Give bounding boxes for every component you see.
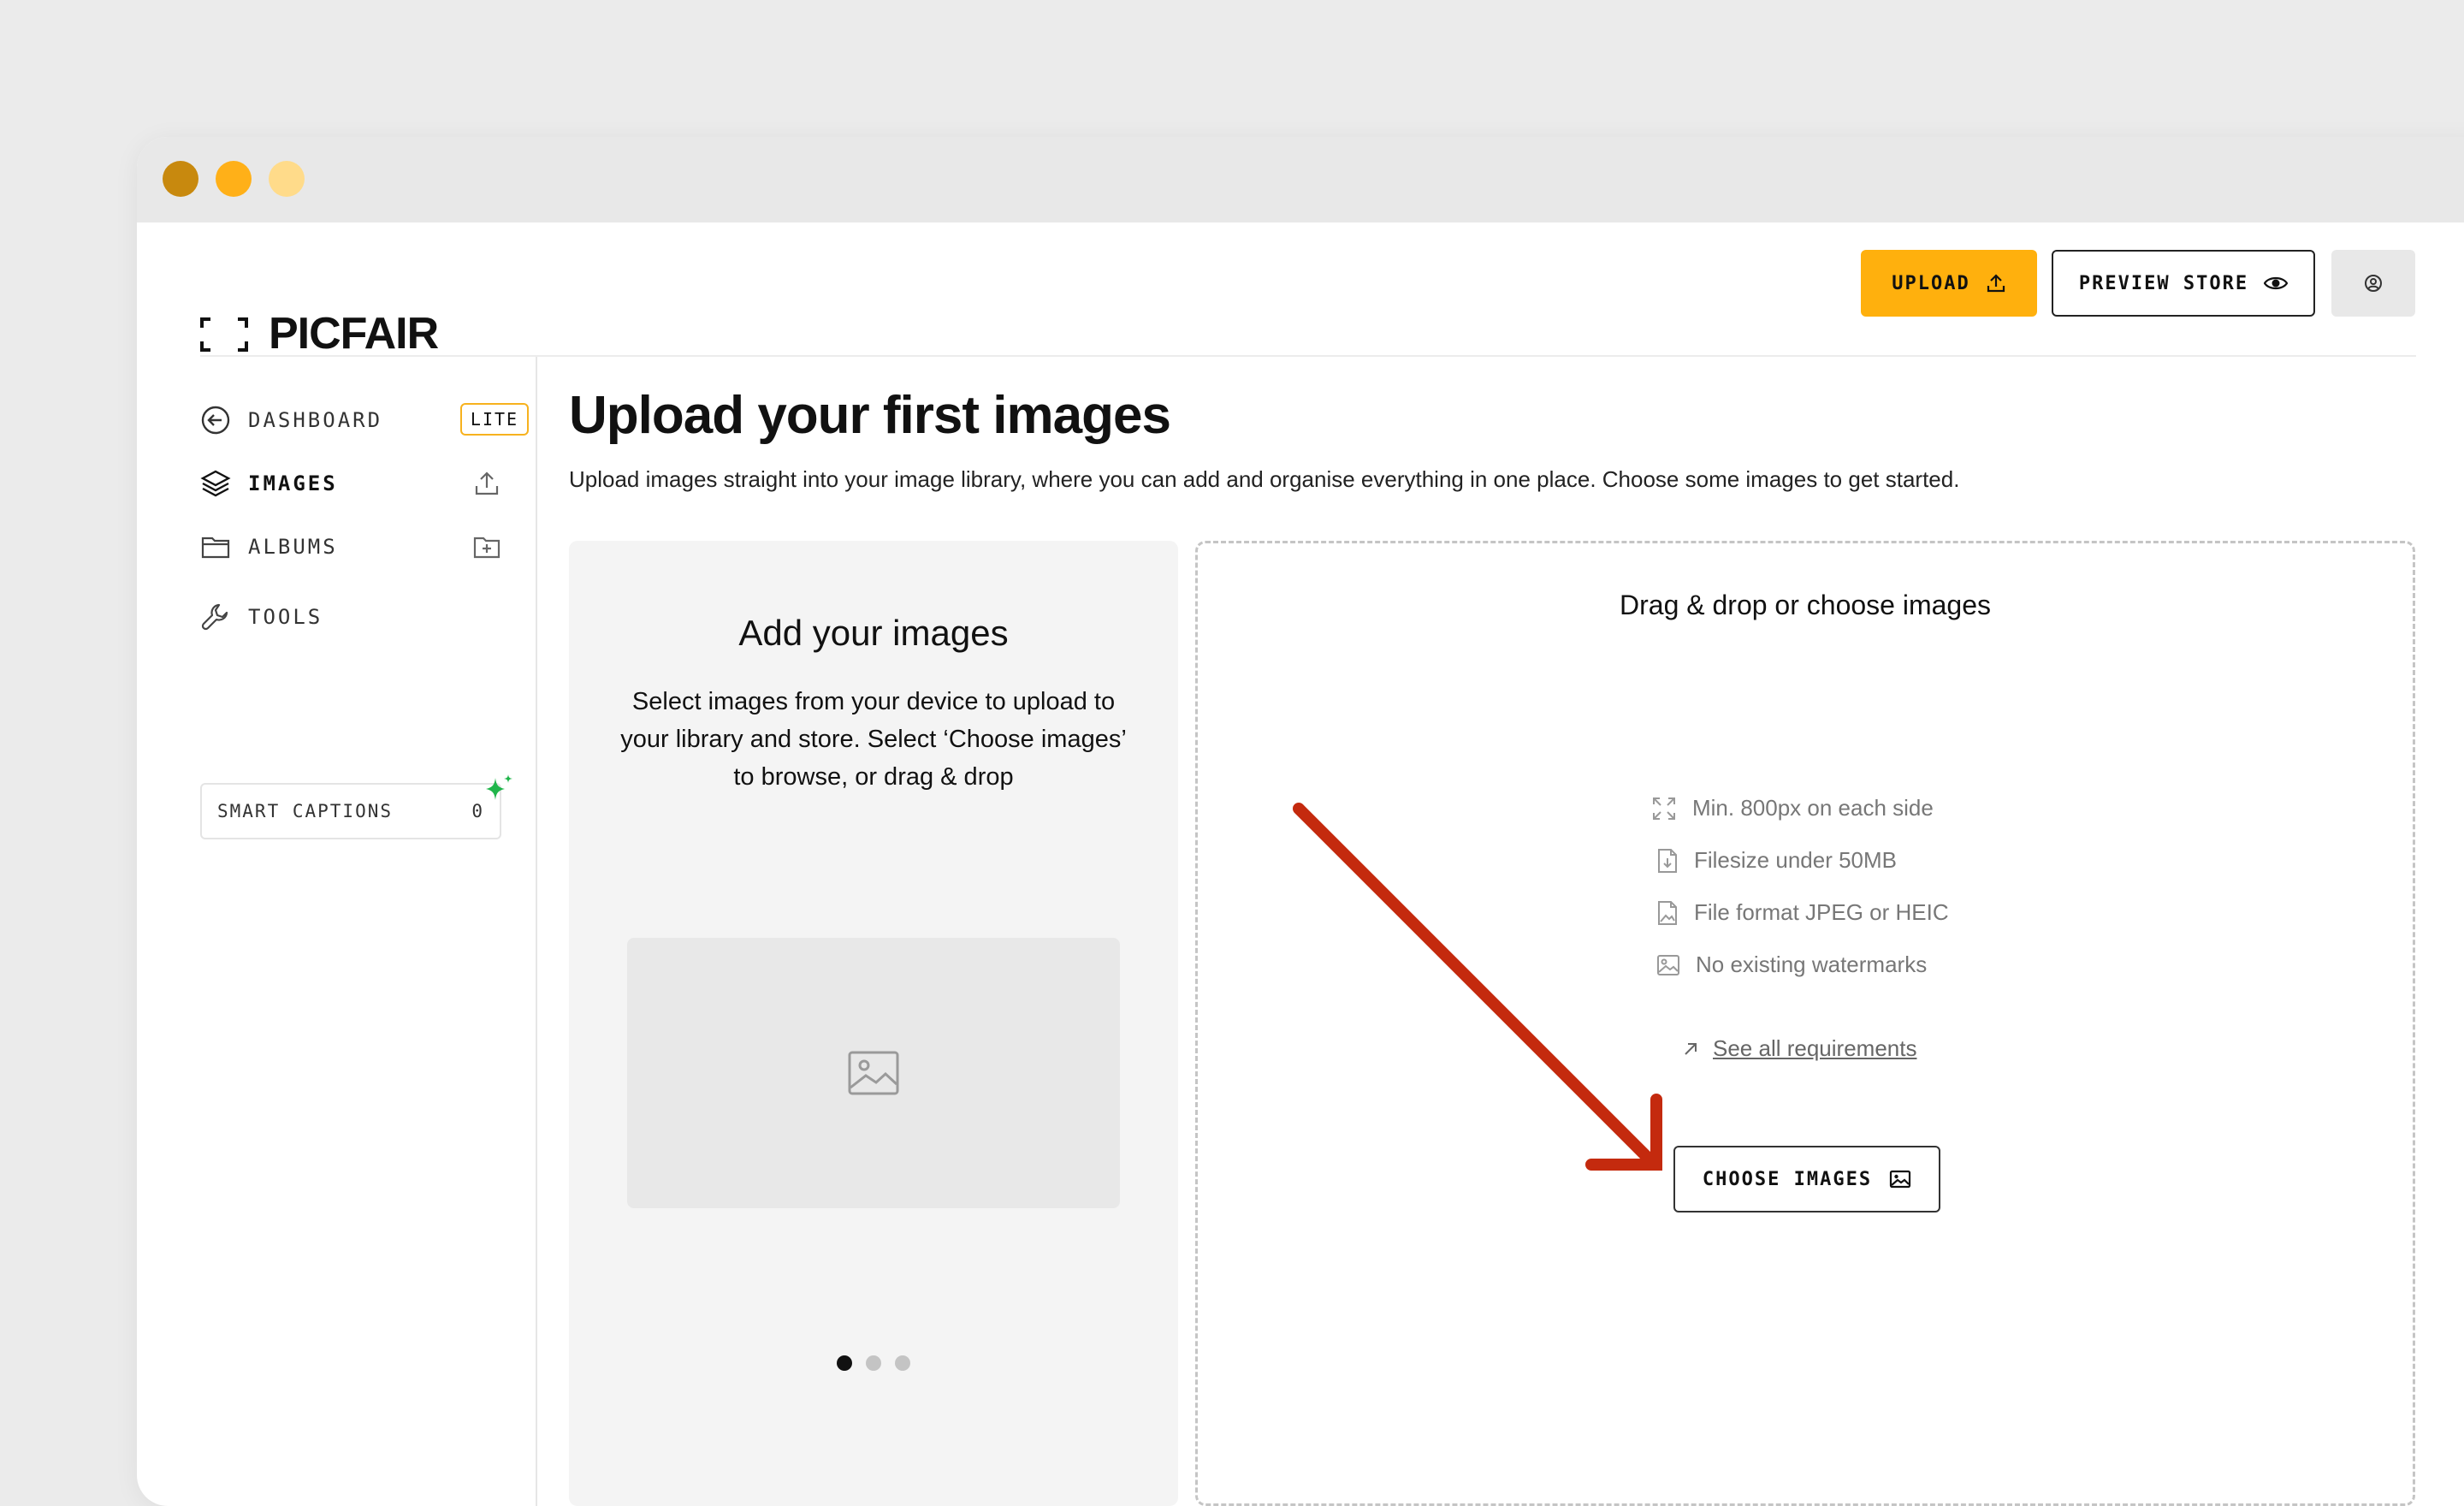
logo-wordmark[interactable]: PICFAIR [269,306,439,361]
pager-dot[interactable] [837,1355,852,1371]
app-window: PICFAIR LITE UPLOAD PREVIEW STORE DASHBO… [137,137,2464,1506]
file-download-icon [1658,848,1677,873]
page-title: Upload your first images [569,386,1171,445]
sidebar: DASHBOARD IMAGES ALBUMS TOOLS SMART CAPT… [137,357,537,1506]
smart-captions-item[interactable]: SMART CAPTIONS 0 [200,783,501,839]
sidebar-item-dashboard[interactable]: DASHBOARD [200,401,382,439]
sparkle-icon [486,774,512,800]
file-image-icon [1658,900,1677,925]
sidebar-item-albums[interactable]: ALBUMS [200,528,338,566]
image-icon [1657,954,1679,975]
sidebar-item-label: TOOLS [248,605,323,629]
expand-icon [1653,797,1675,820]
requirement-text: File format JPEG or HEIC [1694,899,1949,925]
requirement-item: No existing watermarks [1656,952,1927,978]
wrench-icon [201,603,228,631]
folder-icon [201,537,230,559]
upload-button[interactable]: UPLOAD [1861,250,2037,317]
upload-button-label: UPLOAD [1892,272,1970,294]
pager-dot[interactable] [866,1355,881,1371]
requirement-text: Filesize under 50MB [1694,847,1897,873]
layers-icon [200,470,231,497]
requirements-link-label: See all requirements [1713,1035,1917,1061]
requirement-item: File format JPEG or HEIC [1656,899,1949,926]
window-maximize-button[interactable] [269,161,305,197]
account-button[interactable] [2331,250,2415,317]
arrow-left-circle-icon [201,406,230,435]
sidebar-item-label: IMAGES [248,471,338,495]
info-card: Add your images Select images from your … [569,541,1178,1506]
image-icon [848,1051,899,1095]
sidebar-item-tools[interactable]: TOOLS [200,598,323,636]
drop-zone[interactable]: Drag & drop or choose images Min. 800px … [1195,541,2415,1506]
sidebar-item-images[interactable]: IMAGES [200,465,338,502]
image-icon [1889,1170,1911,1189]
choose-images-button[interactable]: CHOOSE IMAGES [1673,1146,1940,1213]
arrow-up-right-icon [1685,1042,1697,1055]
requirement-text: No existing watermarks [1696,952,1928,977]
choose-images-label: CHOOSE IMAGES [1702,1168,1873,1190]
folder-plus-icon[interactable] [472,532,501,561]
user-icon [2365,275,2382,292]
requirement-text: Min. 800px on each side [1692,795,1934,821]
sidebar-item-label: ALBUMS [248,535,338,559]
window-close-button[interactable] [163,161,198,197]
info-card-title: Add your images [738,613,1009,653]
window-minimize-button[interactable] [216,161,252,197]
requirement-item: Filesize under 50MB [1656,847,1897,874]
requirements-link[interactable]: See all requirements [1682,1035,1916,1062]
requirement-item: Min. 800px on each side [1651,795,1934,821]
drop-zone-title: Drag & drop or choose images [1620,590,1991,620]
preview-store-label: PREVIEW STORE [2078,272,2249,294]
eye-icon [2264,276,2289,290]
window-titlebar [137,137,2464,222]
upload-icon[interactable] [472,469,501,498]
info-card-text: Select images from your device to upload… [620,688,1127,791]
pager-dot[interactable] [895,1355,910,1371]
upload-icon [1987,274,2005,293]
carousel-pager [569,1355,1178,1371]
page-subtitle: Upload images straight into your image l… [569,466,1960,492]
image-placeholder [627,938,1120,1208]
sidebar-item-label: DASHBOARD [248,408,383,432]
preview-store-button[interactable]: PREVIEW STORE [2052,250,2315,317]
smart-captions-label: SMART CAPTIONS [217,801,394,821]
logo-frame-icon [200,317,248,352]
